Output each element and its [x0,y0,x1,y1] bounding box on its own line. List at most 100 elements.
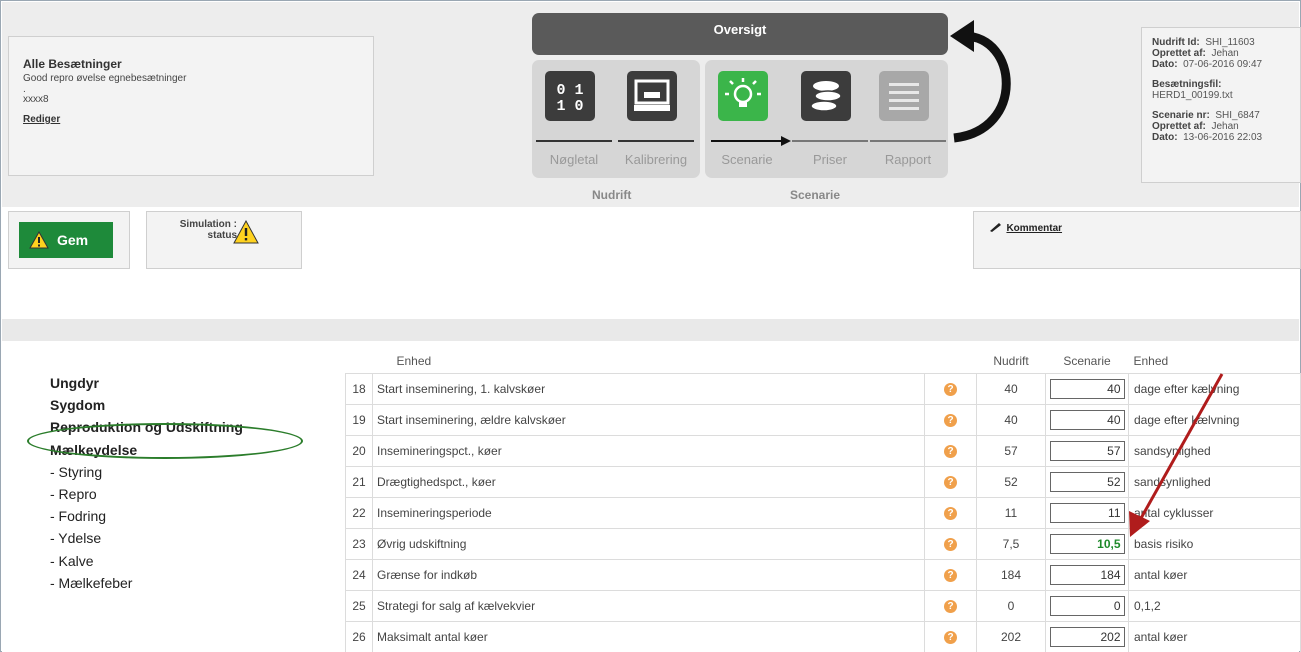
save-label: Gem [57,232,89,248]
row-nudrift-value: 57 [976,434,1046,467]
table-row: 22 Insemineringsperiode? 11 11 antal cykluss… [345,496,1301,529]
save-card: Gem [8,211,130,269]
row-unit: antal cyklusser [1128,496,1301,529]
header-unit: Enhed [1133,353,1169,368]
help-icon[interactable]: ? [944,569,957,582]
simulation-status-card: Simulation : status [146,211,302,269]
sidebar-item[interactable]: - Repro [40,483,340,505]
row-number: 18 [345,372,373,405]
scenario-cell: 40 [1045,403,1129,436]
overview-button[interactable]: Oversigt [532,13,948,55]
step-scenarie[interactable]: Scenarie [709,66,791,176]
scenario-input[interactable]: 40 [1049,378,1125,399]
scenario-input[interactable]: 52 [1049,471,1125,492]
help-icon[interactable]: ? [944,445,957,458]
row-nudrift-value: 0 [976,589,1046,622]
step-progress-line [870,140,946,142]
step-label: Nøgletal [549,152,599,167]
monitor-icon [627,71,677,121]
separator-band [2,319,1299,341]
help-icon[interactable]: ? [944,600,957,613]
scenario-input[interactable]: 10,5 [1049,533,1125,554]
scenario-input[interactable]: 184 [1049,564,1125,585]
scenario-nr-label: Scenarie nr: [1152,110,1210,121]
sidebar-item[interactable]: Sygdom [40,394,340,416]
row-description: Insemineringspct., køer [372,434,925,467]
row-nudrift-value: 7,5 [976,527,1046,560]
scenario-nr-value: SHI_6847 [1215,110,1260,121]
created-by-value: Jehan [1211,48,1239,59]
binary-icon: 0 11 0 [545,71,595,121]
herd-title: Alle Besætninger [23,57,122,71]
help-icon[interactable]: ? [944,476,957,489]
row-number: 22 [345,496,373,529]
list-icon [879,71,929,121]
scenario-cell: 57 [1045,434,1129,467]
step-noegletal[interactable]: 0 11 0 Nøgletal [536,66,614,176]
lightbulb-icon [718,71,768,121]
row-unit: dage efter kælvning [1128,403,1301,436]
step-kalibrering[interactable]: Kalibrering [618,66,696,176]
scenario-date-label: Dato: [1152,132,1178,143]
row-description: Maksimalt antal køer [372,620,925,652]
help-cell: ? [924,496,977,529]
scenario-input[interactable]: 0 [1049,595,1125,616]
sidebar-item[interactable]: Ungdyr [40,372,340,394]
row-number: 19 [345,403,373,436]
help-cell: ? [924,465,977,498]
warning-icon [29,231,49,249]
header-scenarie: Scenarie [1063,353,1111,368]
scenario-cell: 202 [1045,620,1129,652]
step-priser[interactable]: Priser [792,66,870,176]
help-cell: ? [924,589,977,622]
step-progress-line [536,140,612,142]
nudrift-id-value: SHI_11603 [1205,37,1255,48]
coins-icon [801,71,851,121]
scenario-input[interactable]: 202 [1049,626,1125,647]
sidebar-item[interactable]: - Fodring [40,505,340,527]
table-row: 20 Insemineringspct., køer? 57 57 sandsynlig… [345,434,1301,467]
row-unit: basis risiko [1128,527,1301,560]
table-row: 18 Start inseminering, 1. kalvskøer? 40 40 d… [345,372,1301,405]
row-unit: 0,1,2 [1128,589,1301,622]
step-label: Kalibrering [624,152,688,167]
step-rapport[interactable]: Rapport [870,66,948,176]
header-nudrift: Nudrift [993,353,1029,368]
row-nudrift-value: 40 [976,403,1046,436]
date-label: Dato: [1152,59,1178,70]
herd-code: xxxx8 [23,94,49,105]
table-row: 23 Øvrig udskiftning? 7,5 10,5 basis risiko [345,527,1301,560]
warning-icon [233,220,259,244]
table-row: 24 Grænse for indkøb? 184 184 antal køer [345,558,1301,591]
scenario-cell: 11 [1045,496,1129,529]
row-nudrift-value: 52 [976,465,1046,498]
help-icon[interactable]: ? [944,631,957,644]
scenario-input[interactable]: 57 [1049,440,1125,461]
help-icon[interactable]: ? [944,507,957,520]
help-icon[interactable]: ? [944,414,957,427]
help-icon[interactable]: ? [944,538,957,551]
table-row: 21 Drægtighedspct., køer? 52 52 sandsynlighe… [345,465,1301,498]
scenario-input[interactable]: 11 [1049,502,1125,523]
sidebar-item[interactable]: - Kalve [40,550,340,572]
nudrift-id-label: Nudrift Id: [1152,37,1200,48]
sidebar-item[interactable]: - Mælkefeber [40,572,340,594]
edit-herd-link[interactable]: Rediger [23,114,60,125]
row-unit: antal køer [1128,558,1301,591]
help-icon[interactable]: ? [944,383,957,396]
comment-link[interactable]: Kommentar [1006,223,1062,234]
row-description: Start inseminering, ældre kalvskøer [372,403,925,436]
save-button[interactable]: Gem [19,222,113,258]
sidebar-item[interactable]: - Styring [40,461,340,483]
help-cell: ? [924,434,977,467]
scenario-cell: 0 [1045,589,1129,622]
sidebar-item[interactable]: - Ydelse [40,527,340,549]
row-unit: dage efter kælvning [1128,372,1301,405]
date-value: 07-06-2016 09:47 [1183,59,1263,70]
scenario-cell: 184 [1045,558,1129,591]
group-label-nudrift: Nudrift [592,188,632,202]
scenario-input[interactable]: 40 [1049,409,1125,430]
table-row: 26 Maksimalt antal køer? 202 202 antal køer [345,620,1301,652]
row-nudrift-value: 184 [976,558,1046,591]
scenario-date-value: 13-06-2016 22:03 [1183,132,1263,143]
